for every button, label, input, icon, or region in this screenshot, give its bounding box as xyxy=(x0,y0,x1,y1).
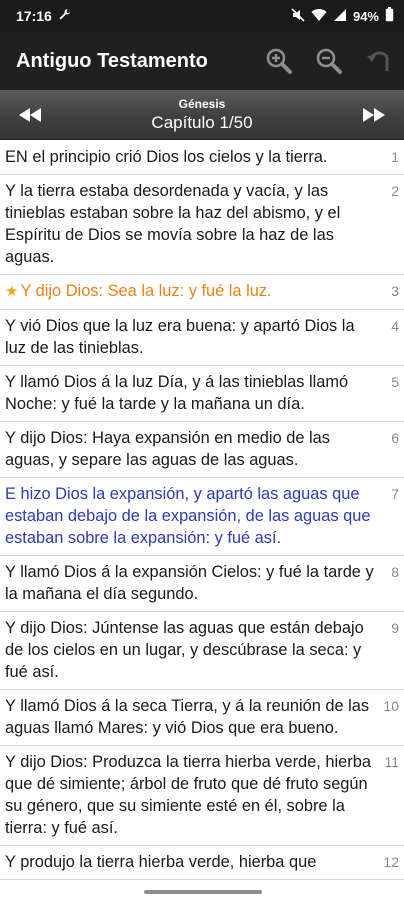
previous-chapter-button[interactable] xyxy=(0,90,60,140)
undo-icon xyxy=(367,51,389,71)
verse-number: 3 xyxy=(391,283,399,299)
chapter-label: Capítulo 1/50 xyxy=(151,112,253,132)
verse-row[interactable]: Y llamó Dios á la expansión Cielos: y fu… xyxy=(0,556,404,612)
verse-text: Y llamó Dios á la seca Tierra, y á la re… xyxy=(5,697,370,737)
zoom-in-button[interactable] xyxy=(254,36,304,86)
verse-row[interactable]: Y la tierra estaba desordenada y vacía, … xyxy=(0,175,404,275)
verse-text: E hizo Dios la expansión, y apartó las a… xyxy=(5,485,371,547)
verse-row[interactable]: Y dijo Dios: Haya expansión en medio de … xyxy=(0,422,404,478)
verse-text: Y vió Dios que la luz era buena: y apart… xyxy=(5,317,355,357)
verse-number: 12 xyxy=(383,854,399,870)
rewind-icon xyxy=(19,107,41,122)
next-chapter-button[interactable] xyxy=(344,90,404,140)
verse-number: 11 xyxy=(384,754,399,770)
verse-text: Y llamó Dios á la luz Día, y á las tinie… xyxy=(5,373,349,413)
wrench-icon xyxy=(58,8,71,24)
star-icon: ★ xyxy=(5,283,19,300)
home-indicator[interactable] xyxy=(144,890,262,894)
verse-text: Y dijo Dios: Produzca la tierra hierba v… xyxy=(5,753,371,837)
battery-percent: 94% xyxy=(352,8,379,24)
zoom-out-icon xyxy=(316,48,342,74)
verse-text: Y dijo Dios: Júntense las aguas que está… xyxy=(5,619,364,681)
mute-icon xyxy=(291,7,305,25)
verse-number: 1 xyxy=(391,149,399,165)
verse-number: 8 xyxy=(391,564,399,580)
verse-text: Y llamó Dios á la expansión Cielos: y fu… xyxy=(5,563,374,603)
wifi-icon xyxy=(311,8,327,25)
verse-number: 6 xyxy=(391,430,399,446)
verse-row[interactable]: Y llamó Dios á la luz Día, y á las tinie… xyxy=(0,366,404,422)
book-name: Génesis xyxy=(178,96,226,111)
verse-text: EN el principio crió Dios los cielos y l… xyxy=(5,148,328,166)
undo-button[interactable] xyxy=(354,36,404,86)
toolbar-actions xyxy=(254,36,404,86)
status-bar: 17:16 94% xyxy=(0,0,404,32)
verse-number: 2 xyxy=(391,183,399,199)
status-icons: 94% xyxy=(291,7,394,25)
verse-text: Y dijo Dios: Sea la luz: y fué la luz. xyxy=(20,282,272,300)
verse-number: 5 xyxy=(391,374,399,390)
zoom-out-button[interactable] xyxy=(304,36,354,86)
verse-text: Y la tierra estaba desordenada y vacía, … xyxy=(5,182,341,266)
verse-row[interactable]: Y llamó Dios á la seca Tierra, y á la re… xyxy=(0,690,404,746)
status-time: 17:16 xyxy=(16,8,52,24)
fast-forward-icon xyxy=(363,107,385,122)
verse-row[interactable]: Y dijo Dios: Júntense las aguas que está… xyxy=(0,612,404,690)
verse-row[interactable]: Y vió Dios que la luz era buena: y apart… xyxy=(0,310,404,366)
verse-list[interactable]: EN el principio crió Dios los cielos y l… xyxy=(0,141,404,883)
gesture-nav-bar xyxy=(0,883,404,900)
verse-number: 7 xyxy=(391,486,399,502)
verse-row[interactable]: Y dijo Dios: Produzca la tierra hierba v… xyxy=(0,746,404,846)
verse-number: 4 xyxy=(391,318,399,334)
verse-row[interactable]: EN el principio crió Dios los cielos y l… xyxy=(0,141,404,175)
signal-icon xyxy=(333,8,347,25)
chapter-navigation: Génesis Capítulo 1/50 xyxy=(0,90,404,140)
app-toolbar: Antiguo Testamento xyxy=(0,32,404,90)
verse-text: Y dijo Dios: Haya expansión en medio de … xyxy=(5,429,330,469)
verse-row[interactable]: E hizo Dios la expansión, y apartó las a… xyxy=(0,478,404,556)
verse-text: Y produjo la tierra hierba verde, hierba… xyxy=(5,853,317,871)
battery-icon xyxy=(385,7,394,25)
verse-row[interactable]: Y produjo la tierra hierba verde, hierba… xyxy=(0,846,404,880)
chapter-info: Génesis Capítulo 1/50 xyxy=(60,96,344,134)
verse-number: 9 xyxy=(391,620,399,636)
zoom-in-icon xyxy=(266,48,292,74)
app-title: Antiguo Testamento xyxy=(16,49,208,72)
verse-number: 10 xyxy=(383,698,399,714)
verse-row[interactable]: ★ Y dijo Dios: Sea la luz: y fué la luz. 3 xyxy=(0,275,404,310)
